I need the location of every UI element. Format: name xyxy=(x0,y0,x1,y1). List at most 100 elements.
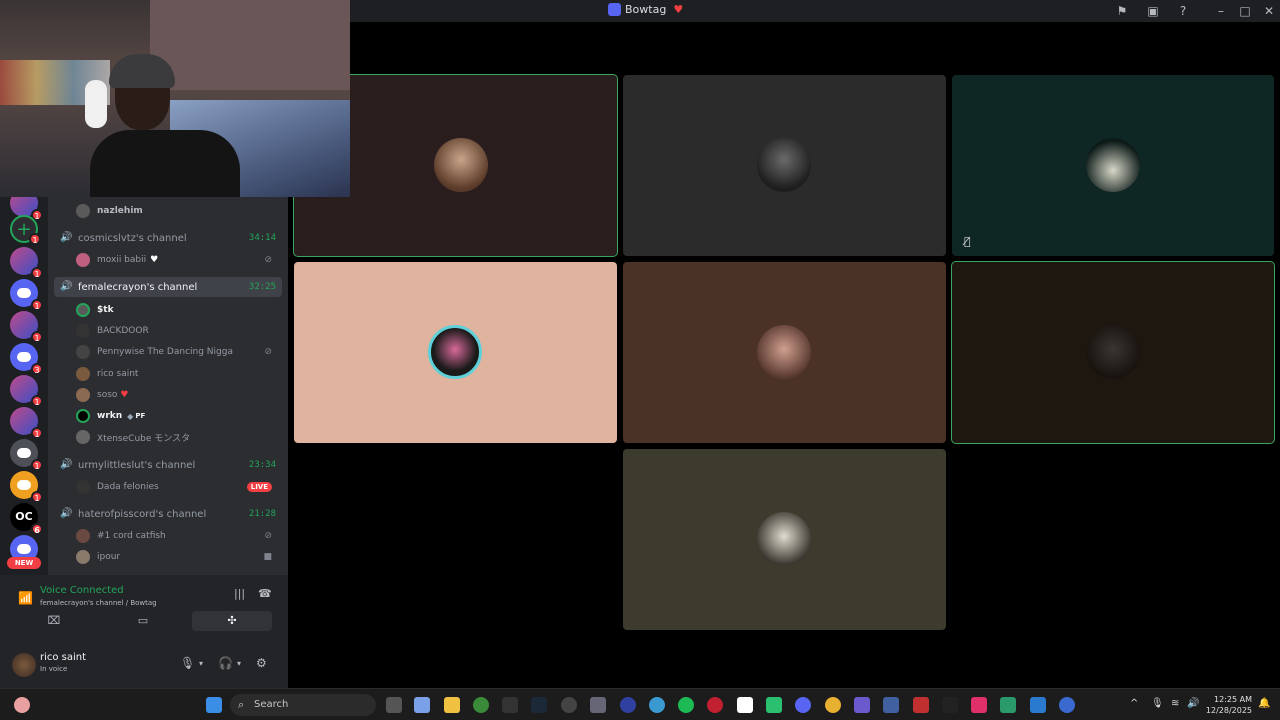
notification-icon[interactable]: 🔔 xyxy=(1258,698,1270,709)
voice-user[interactable]: BACKDOOR xyxy=(76,321,282,341)
participant-tile[interactable] xyxy=(294,262,617,443)
activities-button[interactable]: ✣ xyxy=(192,611,272,631)
microphone-icon[interactable]: 🎙 xyxy=(180,656,195,670)
voice-user[interactable]: ipour ■ xyxy=(76,547,282,567)
voice-user[interactable]: rico saint xyxy=(76,364,282,384)
maximize-icon[interactable]: □ xyxy=(1238,4,1252,18)
voice-user[interactable]: Pennywise The Dancing Nigga ⊘ xyxy=(76,342,282,362)
discord-icon[interactable] xyxy=(795,697,811,713)
clock[interactable]: 12:25 AM 12/28/2025 xyxy=(1206,694,1252,716)
voice-user[interactable]: moxii babii ♥ ⊘ xyxy=(76,250,282,270)
voice-user[interactable]: $tk xyxy=(76,300,282,320)
server-icon[interactable]: 1 xyxy=(10,375,43,407)
volume-icon[interactable]: 🔊 xyxy=(1187,698,1199,709)
avatar[interactable] xyxy=(12,653,36,677)
settings-app-icon[interactable] xyxy=(590,697,606,713)
add-server-icon[interactable]: +1 xyxy=(10,215,41,245)
close-icon[interactable]: ✕ xyxy=(1262,4,1276,18)
chevron-down-icon[interactable]: ▾ xyxy=(237,659,241,668)
unread-badge: 1 xyxy=(31,427,43,439)
avatar xyxy=(1086,325,1140,379)
app-icon[interactable] xyxy=(913,697,929,713)
voice-channel[interactable]: 🔊 haterofpisscord's channel 21:28 xyxy=(54,504,282,524)
voice-user[interactable]: Dada felonies LIVE xyxy=(76,477,282,497)
avatar xyxy=(76,388,90,402)
gear-icon[interactable]: ⚙ xyxy=(256,656,267,670)
file-explorer-icon[interactable] xyxy=(444,697,460,713)
weather-icon[interactable] xyxy=(14,697,30,713)
help-icon[interactable]: ? xyxy=(1176,4,1190,18)
headphones-icon[interactable]: 🎧 xyxy=(218,656,233,670)
microphone-icon[interactable]: 🎙 xyxy=(1151,698,1164,709)
copilot-icon[interactable] xyxy=(414,697,430,713)
chevron-down-icon[interactable]: ▾ xyxy=(199,659,203,668)
app-icon[interactable] xyxy=(883,697,899,713)
server-icon[interactable]: 3 xyxy=(10,343,43,375)
participant-tile[interactable] xyxy=(951,261,1275,444)
avatar xyxy=(76,367,90,381)
camera-off-button[interactable]: ⌧ xyxy=(14,611,94,631)
voice-channel[interactable]: 🔊 cosmicslvtz's channel 34:14 xyxy=(54,228,282,248)
voice-user[interactable]: XtenseCube モンスタ xyxy=(76,427,282,447)
app-icon[interactable] xyxy=(1030,697,1046,713)
signal-icon: 📶 xyxy=(18,591,33,605)
spotify-icon[interactable] xyxy=(678,697,694,713)
server-icon[interactable]: 1 xyxy=(10,439,43,471)
server-icon[interactable]: OC 6 xyxy=(10,503,43,535)
minimize-icon[interactable]: – xyxy=(1214,4,1228,18)
noise-suppression-icon[interactable]: ||| xyxy=(234,587,245,600)
xbox-icon[interactable] xyxy=(473,697,489,713)
voice-user[interactable]: wrkn ◆ PF xyxy=(76,406,282,426)
steam-icon[interactable] xyxy=(531,697,547,713)
search-input[interactable]: ⌕ Search xyxy=(230,694,376,716)
server-icon[interactable]: 1 xyxy=(10,311,43,343)
voice-user[interactable]: #1 cord catfish ⊘ xyxy=(76,526,282,546)
tiktok-icon[interactable] xyxy=(971,697,987,713)
disconnect-icon[interactable]: ☎ xyxy=(258,587,272,600)
edge-icon[interactable] xyxy=(649,697,665,713)
server-icon[interactable]: 1 xyxy=(10,247,43,279)
server-icon[interactable]: 1 xyxy=(10,407,43,439)
speaker-icon: 🔊 xyxy=(60,508,73,519)
chevron-up-icon[interactable]: ^ xyxy=(1130,698,1138,709)
app-icon[interactable] xyxy=(1059,697,1075,713)
voice-grid: 🎙̸ xyxy=(288,22,1280,688)
start-icon[interactable] xyxy=(206,697,222,713)
app-icon[interactable] xyxy=(620,697,636,713)
voice-user[interactable]: soso ♥ xyxy=(76,385,282,405)
voice-channel[interactable]: 🔊 femalecrayon's channel 32:25 xyxy=(54,277,282,297)
task-view-icon[interactable] xyxy=(386,697,402,713)
chrome-icon[interactable] xyxy=(825,697,841,713)
participant-tile[interactable] xyxy=(623,262,946,443)
avatar xyxy=(76,529,90,543)
participant-tile[interactable] xyxy=(623,449,946,630)
server-icon[interactable]: 1 xyxy=(10,279,43,311)
participant-tile[interactable]: 🎙̸ xyxy=(952,75,1274,256)
app-icon[interactable] xyxy=(854,697,870,713)
avatar xyxy=(428,325,482,379)
inbox-icon[interactable]: ⚑ xyxy=(1115,4,1129,18)
avatar xyxy=(434,138,488,192)
mic-muted-icon: ⊘ xyxy=(264,347,272,357)
obs-icon[interactable] xyxy=(561,697,577,713)
app-icon[interactable] xyxy=(1000,697,1016,713)
unread-badge: 1 xyxy=(31,491,43,503)
screen-share-button[interactable]: ▭ xyxy=(103,611,183,631)
gem-icon: ◆ xyxy=(127,411,134,421)
unread-badge: 1 xyxy=(31,267,43,279)
app-icon[interactable] xyxy=(766,697,782,713)
wifi-icon[interactable]: ≋ xyxy=(1171,698,1179,709)
capcut-icon[interactable] xyxy=(737,697,753,713)
app-icon[interactable] xyxy=(942,697,958,713)
avatar xyxy=(76,345,90,359)
voice-user[interactable]: nazlehim xyxy=(76,201,282,221)
avatar xyxy=(1086,138,1140,192)
voice-channel[interactable]: 🔊 urmylittleslut's channel 23:34 xyxy=(54,455,282,475)
screen-icon[interactable]: ▣ xyxy=(1146,4,1160,18)
taskbar: ⌕ Search ^ 🎙 ≋ 🔊 12:25 AM 12/28/2025 🔔 xyxy=(0,688,1280,720)
heart-icon: ♥ xyxy=(150,255,159,265)
opera-icon[interactable] xyxy=(707,697,723,713)
participant-tile[interactable] xyxy=(623,75,946,256)
server-icon[interactable]: 1 xyxy=(10,471,43,503)
app-icon[interactable] xyxy=(502,697,518,713)
